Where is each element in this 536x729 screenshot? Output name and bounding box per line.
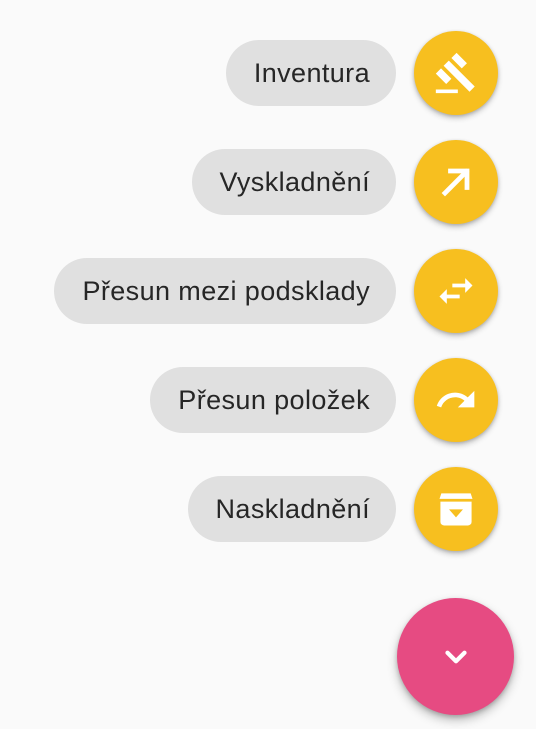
action-label-presun-mezi-podsklady[interactable]: Přesun mezi podsklady — [54, 258, 396, 324]
speed-dial-action-vyskladneni[interactable]: Vyskladnění — [191, 140, 498, 224]
archive-icon — [434, 487, 478, 531]
redo-icon — [434, 378, 478, 422]
swap-horiz-icon — [434, 269, 478, 313]
speed-dial-action-presun-polozek[interactable]: Přesun položek — [150, 358, 498, 442]
speed-dial-overlay: Inventura Vyskladnění Přesun mezi podskl… — [0, 0, 536, 729]
gavel-icon — [434, 51, 478, 95]
vyskladneni-fab[interactable] — [414, 140, 498, 224]
speed-dial-action-presun-mezi-podsklady[interactable]: Přesun mezi podsklady — [54, 249, 498, 333]
arrow-outward-icon — [434, 160, 478, 204]
action-label-naskladneni[interactable]: Naskladnění — [187, 476, 396, 542]
presun-mezi-podsklady-fab[interactable] — [414, 249, 498, 333]
action-label-vyskladneni[interactable]: Vyskladnění — [191, 149, 396, 215]
presun-polozek-fab[interactable] — [414, 358, 498, 442]
speed-dial-toggle-button[interactable] — [397, 598, 514, 715]
inventura-fab[interactable] — [414, 31, 498, 115]
action-label-presun-polozek[interactable]: Přesun položek — [150, 367, 396, 433]
speed-dial-action-inventura[interactable]: Inventura — [225, 31, 498, 115]
speed-dial-action-naskladneni[interactable]: Naskladnění — [187, 467, 498, 551]
chevron-down-icon — [439, 640, 473, 674]
action-label-inventura[interactable]: Inventura — [225, 40, 396, 106]
naskladneni-fab[interactable] — [414, 467, 498, 551]
